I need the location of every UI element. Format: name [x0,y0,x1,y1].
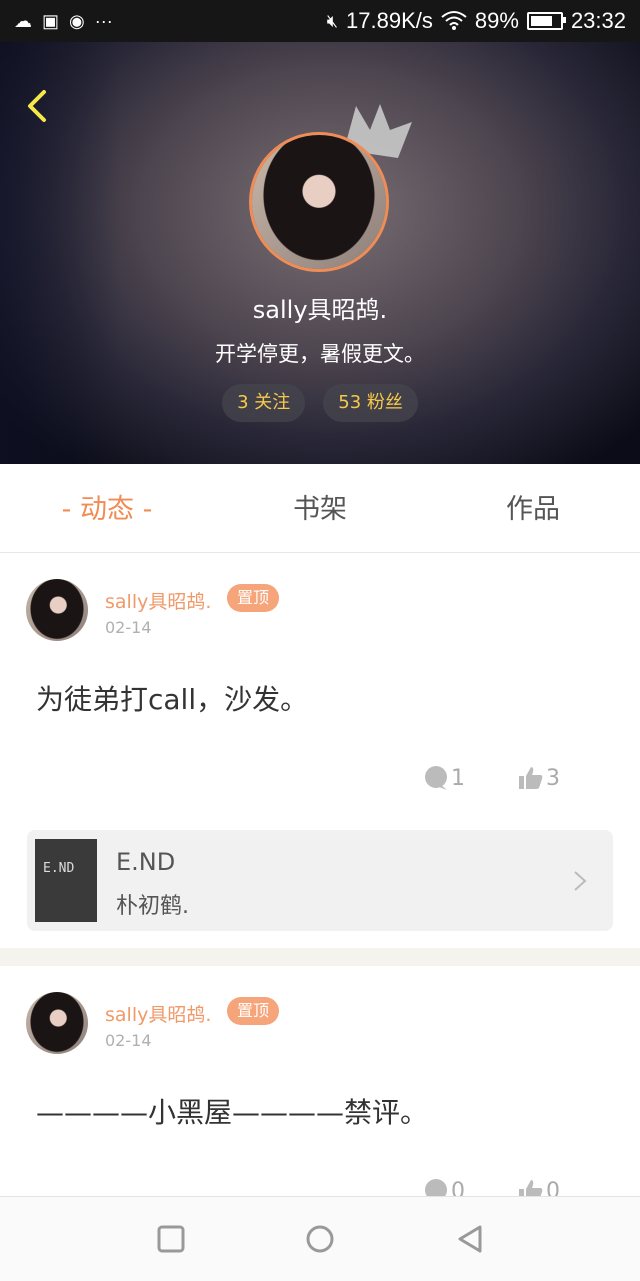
comment-icon [425,1179,447,1196]
like-count: 3 [546,765,560,791]
profile-name: sally具昭鸪. [252,296,388,324]
post-date: 02-14 [105,1031,152,1050]
more-dots-icon: ··· [94,11,113,31]
system-nav-bar [0,1196,640,1281]
profile-tabs: - 动态 - 书架 作品 [0,464,640,553]
followers-button[interactable]: 53 粉丝 [323,384,418,422]
feed-post: sally具昭鸪. 置顶 02-14 ————小黑屋————禁评。 0 0 [0,966,640,1196]
pinned-badge: 置顶 [227,997,280,1025]
post-author[interactable]: sally具昭鸪. [105,1000,211,1027]
recents-square-icon[interactable] [153,1221,189,1257]
post-avatar[interactable] [26,579,88,641]
like-button[interactable]: 0 [518,1178,560,1196]
avatar-image [252,135,386,269]
network-speed: 17.89K/s [346,8,433,33]
home-circle-icon[interactable] [302,1221,338,1257]
post-author[interactable]: sally具昭鸪. [105,587,211,614]
tab-updates[interactable]: - 动态 - [7,464,207,552]
feed-post: sally具昭鸪. 置顶 02-14 为徒弟打call，沙发。 1 3 E.ND… [0,553,640,948]
post-date: 02-14 [105,618,152,637]
thumbs-up-icon [519,1180,543,1196]
comment-count: 0 [451,1178,465,1197]
comment-count: 1 [451,765,465,791]
profile-stats: 3 关注 53 粉丝 [0,384,640,422]
chevron-right-icon [574,871,587,891]
comment-button[interactable]: 1 [423,765,465,791]
tab-bookshelf[interactable]: 书架 [220,464,420,552]
status-bar: ☁ ▣ ◉ ··· 🔇︎ 17.89K/s 89% 23:32 [0,0,640,42]
post-text[interactable]: 为徒弟打call，沙发。 [36,678,308,718]
profile-header: sally具昭鸪. 开学停更，暑假更文。 3 关注 53 粉丝 [0,42,640,464]
book-cover-title: E.ND [43,861,75,876]
back-triangle-icon[interactable] [452,1221,488,1257]
linked-book-card[interactable]: E.ND E.ND 朴初鹤. [27,830,613,931]
battery-percent: 89% [474,8,519,33]
image-icon: ▣ [42,11,60,31]
following-button[interactable]: 3 关注 [222,384,306,422]
battery-fill [530,16,552,26]
post-divider [0,948,640,966]
comment-icon [425,766,447,790]
mute-icon: 🔇︎ [326,11,339,31]
clock: 23:32 [570,8,626,33]
comment-button[interactable]: 0 [423,1178,465,1196]
book-title: E.ND [116,848,176,876]
cloud-icon: ☁ [14,11,32,31]
sync-icon: ◉ [69,11,85,31]
post-text[interactable]: ————小黑屋————禁评。 [36,1091,428,1131]
like-count: 0 [546,1178,560,1197]
back-arrow-icon[interactable] [22,88,58,124]
tab-works[interactable]: 作品 [433,464,633,552]
thumbs-up-icon [519,767,543,789]
book-author: 朴初鹤. [116,894,189,919]
battery-icon [526,12,566,30]
book-cover: E.ND [35,839,97,922]
post-avatar[interactable] [26,992,88,1054]
profile-avatar[interactable] [249,132,389,272]
pinned-badge: 置顶 [227,584,280,612]
profile-bio: 开学停更，暑假更文。 [215,342,425,366]
wifi-icon [441,10,467,33]
like-button[interactable]: 3 [518,765,560,791]
